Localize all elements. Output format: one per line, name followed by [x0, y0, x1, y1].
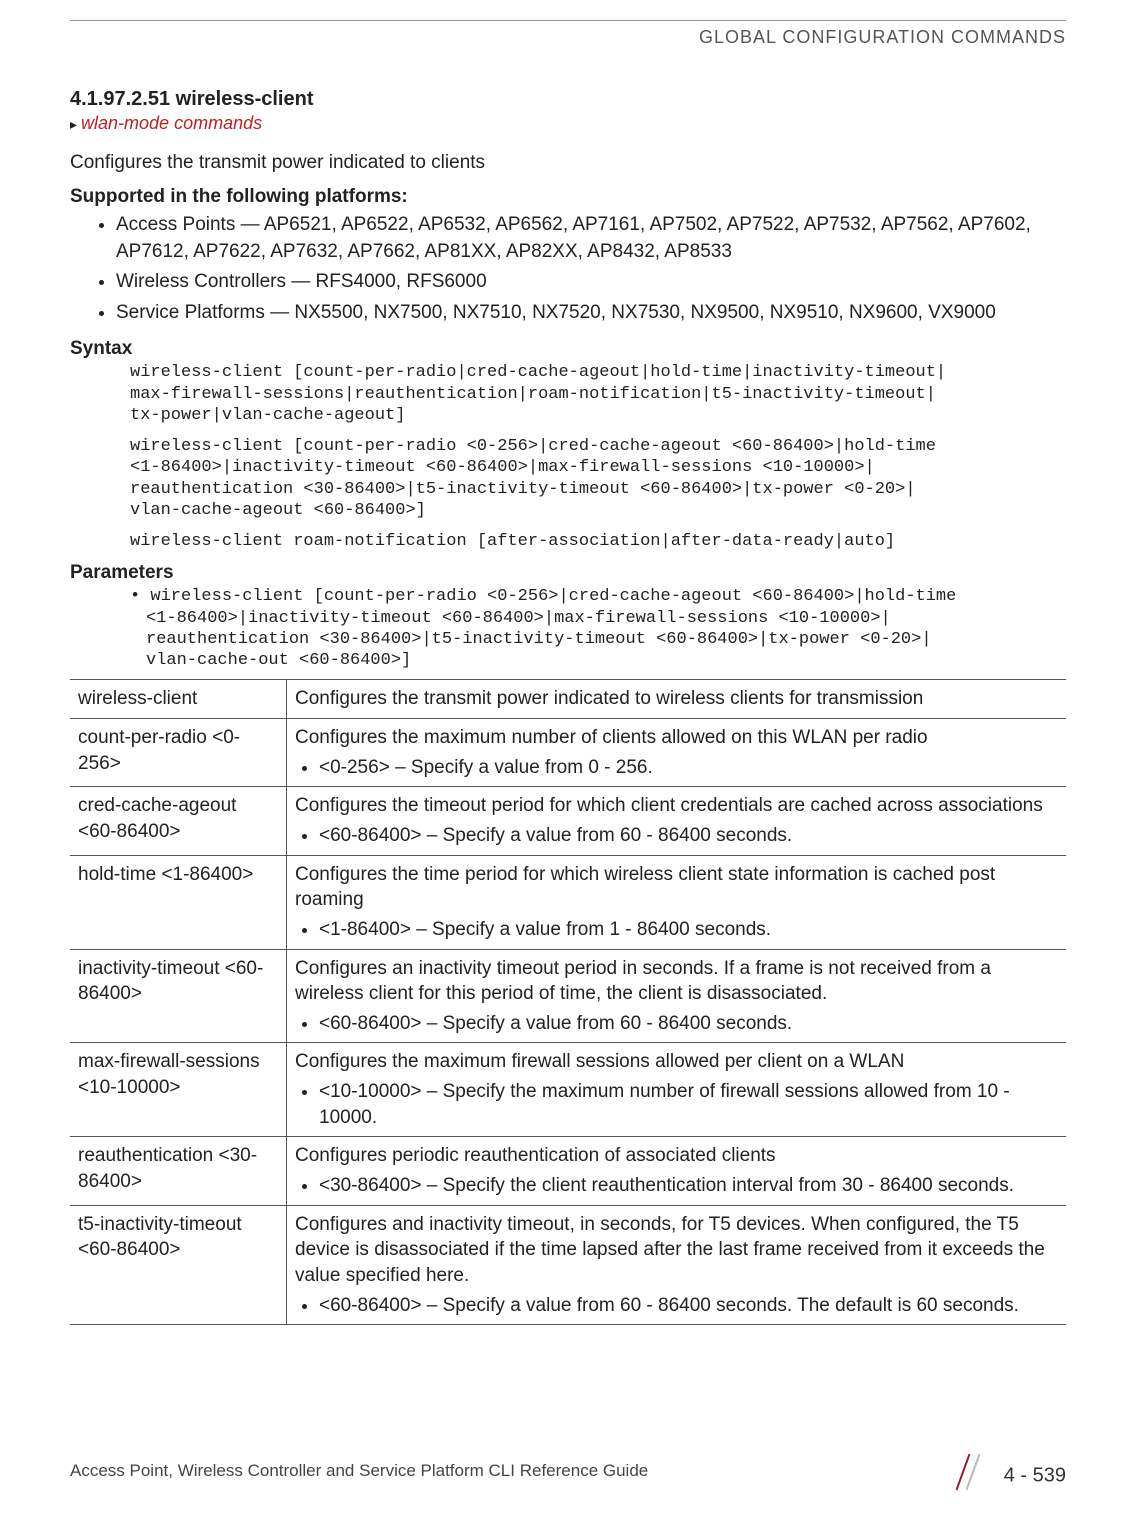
slash-icon	[948, 1461, 992, 1491]
footer-page: 4 - 539	[948, 1461, 1066, 1491]
syntax-heading: Syntax	[70, 338, 1066, 360]
param-desc: Configures the maximum firewall sessions…	[287, 1043, 1067, 1137]
param-key: hold-time <1-86400>	[70, 855, 287, 949]
param-desc: Configures an inactivity timeout period …	[287, 949, 1067, 1043]
wlan-mode-link[interactable]: wlan-mode commands	[70, 113, 1066, 134]
supported-heading: Supported in the following platforms:	[70, 186, 1066, 208]
platforms-list: Access Points — AP6521, AP6522, AP6532, …	[70, 212, 1066, 326]
param-key: wireless-client	[70, 680, 287, 719]
table-row: t5-inactivity-timeout <60-86400> Configu…	[70, 1205, 1066, 1325]
parameters-table: wireless-client Configures the transmit …	[70, 679, 1066, 1325]
param-desc: Configures the time period for which wir…	[287, 855, 1067, 949]
table-row: reauthentication <30-86400> Configures p…	[70, 1137, 1066, 1205]
table-row: inactivity-timeout <60-86400> Configures…	[70, 949, 1066, 1043]
table-row: max-firewall-sessions <10-10000> Configu…	[70, 1043, 1066, 1137]
table-row: hold-time <1-86400> Configures the time …	[70, 855, 1066, 949]
param-key: max-firewall-sessions <10-10000>	[70, 1043, 287, 1137]
table-row: cred-cache-ageout <60-86400> Configures …	[70, 787, 1066, 855]
table-row: wireless-client Configures the transmit …	[70, 680, 1066, 719]
param-key: reauthentication <30-86400>	[70, 1137, 287, 1205]
param-cmd-block: • wireless-client [count-per-radio <0-25…	[146, 586, 1066, 671]
param-key: t5-inactivity-timeout <60-86400>	[70, 1205, 287, 1325]
table-row: count-per-radio <0-256> Configures the m…	[70, 719, 1066, 787]
param-key: count-per-radio <0-256>	[70, 719, 287, 787]
param-key: inactivity-timeout <60-86400>	[70, 949, 287, 1043]
intro-text: Configures the transmit power indicated …	[70, 152, 1066, 174]
param-desc: Configures the transmit power indicated …	[287, 680, 1067, 719]
footer: Access Point, Wireless Controller and Se…	[70, 1461, 1066, 1491]
param-desc: Configures the maximum number of clients…	[287, 719, 1067, 787]
footer-title: Access Point, Wireless Controller and Se…	[70, 1461, 648, 1481]
param-desc: Configures periodic reauthentication of …	[287, 1137, 1067, 1205]
header-right: GLOBAL CONFIGURATION COMMANDS	[70, 27, 1066, 88]
syntax-block: wireless-client [count-per-radio <0-256>…	[130, 436, 1066, 521]
section-title: 4.1.97.2.51 wireless-client	[70, 88, 1066, 111]
list-item: Access Points — AP6521, AP6522, AP6532, …	[116, 212, 1066, 265]
header-rule	[70, 20, 1066, 21]
list-item: Wireless Controllers — RFS4000, RFS6000	[116, 269, 1066, 296]
syntax-block: wireless-client [count-per-radio|cred-ca…	[130, 362, 1066, 426]
param-key: cred-cache-ageout <60-86400>	[70, 787, 287, 855]
list-item: Service Platforms — NX5500, NX7500, NX75…	[116, 300, 1066, 327]
syntax-block: wireless-client roam-notification [after…	[130, 531, 1066, 552]
param-desc: Configures and inactivity timeout, in se…	[287, 1205, 1067, 1325]
param-desc: Configures the timeout period for which …	[287, 787, 1067, 855]
parameters-heading: Parameters	[70, 562, 1066, 584]
